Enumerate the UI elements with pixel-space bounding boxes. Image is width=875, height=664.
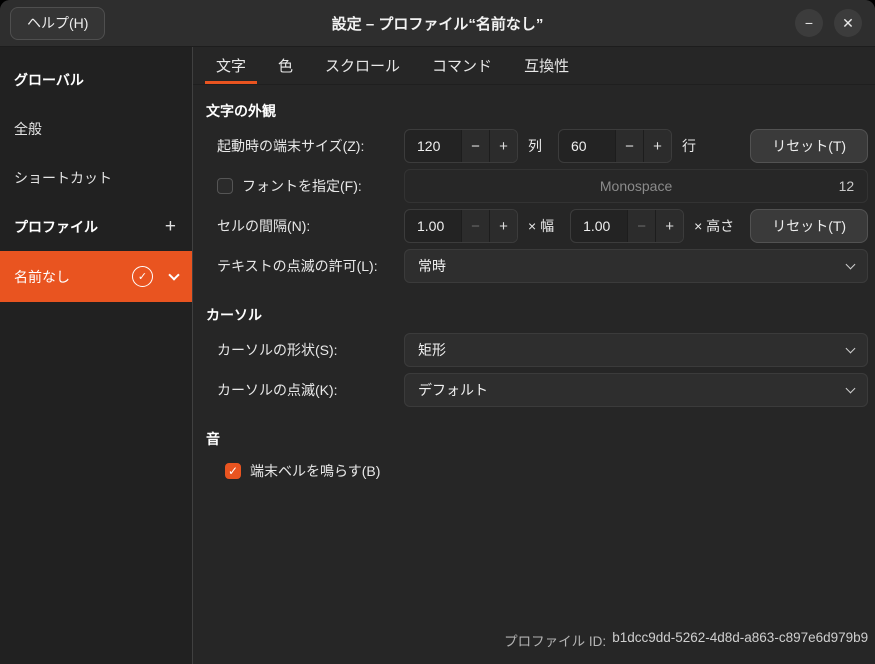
profile-name-label: 名前なし bbox=[14, 267, 70, 287]
section-heading-cursor: カーソル bbox=[206, 305, 875, 325]
window-body: グローバル 全般 ショートカット プロファイル + 名前なし ✓ 文字 色 スク… bbox=[0, 47, 875, 664]
chevron-down-icon bbox=[846, 384, 856, 394]
sidebar-item-shortcuts[interactable]: ショートカット bbox=[0, 153, 192, 202]
custom-font-label-group: フォントを指定(F): bbox=[217, 176, 404, 196]
cursor-shape-dropdown[interactable]: 矩形 bbox=[404, 333, 868, 367]
chevron-down-icon[interactable] bbox=[168, 269, 179, 280]
cursor-blink-row: カーソルの点滅(K): デフォルト bbox=[217, 373, 868, 407]
rows-increment-button[interactable]: + bbox=[643, 130, 671, 162]
preferences-window: ヘルプ(H) 設定 – プロファイル“名前なし” − ✕ グローバル 全般 ショ… bbox=[0, 0, 875, 664]
section-heading-bell: 音 bbox=[206, 429, 875, 449]
cursor-blink-label: カーソルの点滅(K): bbox=[217, 380, 404, 400]
cell-width-unit-label: × 幅 bbox=[528, 216, 554, 236]
cell-height-spinbox[interactable]: 1.00 − + bbox=[570, 209, 684, 243]
cursor-blink-controls: デフォルト bbox=[404, 373, 868, 407]
main-panel: 文字 色 スクロール コマンド 互換性 文字の外観 起動時の端末サイズ(Z): … bbox=[193, 47, 875, 664]
sidebar-heading-global: グローバル bbox=[0, 55, 192, 104]
help-button[interactable]: ヘルプ(H) bbox=[10, 7, 105, 40]
sidebar-heading-profiles: プロファイル + bbox=[0, 202, 192, 251]
close-button[interactable]: ✕ bbox=[834, 9, 862, 37]
cursor-shape-row: カーソルの形状(S): 矩形 bbox=[217, 333, 868, 367]
minimize-icon: − bbox=[805, 9, 813, 37]
cell-width-spinbox[interactable]: 1.00 − + bbox=[404, 209, 518, 243]
window-title: 設定 – プロファイル“名前なし” bbox=[0, 13, 875, 34]
text-blink-dropdown[interactable]: 常時 bbox=[404, 249, 868, 283]
terminal-size-controls: 120 − + 列 60 − + 行 リセット(T) bbox=[404, 129, 868, 163]
profile-id-footer: プロファイル ID: b1dcc9dd-5262-4d8d-a863-c897e… bbox=[504, 630, 868, 650]
rows-decrement-button[interactable]: − bbox=[615, 130, 643, 162]
tab-scrolling[interactable]: スクロール bbox=[314, 47, 411, 84]
columns-spinbox[interactable]: 120 − + bbox=[404, 129, 518, 163]
text-blink-row: テキストの点滅の許可(L): 常時 bbox=[217, 249, 868, 283]
add-profile-button[interactable]: + bbox=[163, 216, 178, 238]
profiles-heading-label: プロファイル bbox=[14, 217, 98, 237]
columns-value[interactable]: 120 bbox=[405, 130, 461, 162]
sidebar-item-profile-unnamed[interactable]: 名前なし ✓ bbox=[0, 251, 192, 302]
cell-spacing-label: セルの間隔(N): bbox=[217, 216, 404, 236]
custom-font-row: フォントを指定(F): Monospace 12 bbox=[217, 169, 868, 203]
terminal-size-row: 起動時の端末サイズ(Z): 120 − + 列 60 − + 行 リセット(T) bbox=[217, 129, 868, 163]
titlebar: ヘルプ(H) 設定 – プロファイル“名前なし” − ✕ bbox=[0, 0, 875, 47]
check-mark: ✓ bbox=[228, 464, 238, 478]
cursor-shape-value: 矩形 bbox=[418, 340, 446, 360]
cell-height-decrement-button[interactable]: − bbox=[627, 210, 655, 242]
cursor-shape-label: カーソルの形状(S): bbox=[217, 340, 404, 360]
cell-height-value[interactable]: 1.00 bbox=[571, 210, 627, 242]
terminal-bell-checkbox[interactable]: ✓ bbox=[225, 463, 241, 479]
text-blink-value: 常時 bbox=[418, 256, 446, 276]
cell-width-value[interactable]: 1.00 bbox=[405, 210, 461, 242]
check-circle-icon: ✓ bbox=[132, 266, 153, 287]
close-icon: ✕ bbox=[842, 9, 854, 37]
rows-spinbox[interactable]: 60 − + bbox=[558, 129, 672, 163]
sidebar-item-general[interactable]: 全般 bbox=[0, 104, 192, 153]
cell-width-decrement-button[interactable]: − bbox=[461, 210, 489, 242]
columns-increment-button[interactable]: + bbox=[489, 130, 517, 162]
cell-spacing-controls: 1.00 − + × 幅 1.00 − + × 高さ リセット(T) bbox=[404, 209, 868, 243]
font-size-label: 12 bbox=[839, 178, 855, 194]
reset-spacing-button[interactable]: リセット(T) bbox=[750, 209, 868, 243]
cursor-blink-value: デフォルト bbox=[418, 380, 488, 400]
cursor-shape-controls: 矩形 bbox=[404, 333, 868, 367]
chevron-down-icon bbox=[846, 344, 856, 354]
rows-value[interactable]: 60 bbox=[559, 130, 615, 162]
cell-height-increment-button[interactable]: + bbox=[655, 210, 683, 242]
chevron-down-icon bbox=[846, 260, 856, 270]
rows-unit-label: 行 bbox=[682, 136, 696, 156]
cursor-blink-dropdown[interactable]: デフォルト bbox=[404, 373, 868, 407]
sidebar: グローバル 全般 ショートカット プロファイル + 名前なし ✓ bbox=[0, 47, 193, 664]
custom-font-checkbox[interactable] bbox=[217, 178, 233, 194]
profile-id-label: プロファイル ID: bbox=[504, 630, 606, 650]
section-heading-text-appearance: 文字の外観 bbox=[206, 101, 875, 121]
font-picker-button[interactable]: Monospace 12 bbox=[404, 169, 868, 203]
font-name-label: Monospace bbox=[600, 178, 672, 194]
text-blink-label: テキストの点滅の許可(L): bbox=[217, 256, 404, 276]
tab-command[interactable]: コマンド bbox=[421, 47, 503, 84]
minimize-button[interactable]: − bbox=[795, 9, 823, 37]
reset-size-button[interactable]: リセット(T) bbox=[750, 129, 868, 163]
columns-decrement-button[interactable]: − bbox=[461, 130, 489, 162]
terminal-size-label: 起動時の端末サイズ(Z): bbox=[217, 136, 404, 156]
tab-colors[interactable]: 色 bbox=[267, 47, 304, 84]
profile-id-value: b1dcc9dd-5262-4d8d-a863-c897e6d979b9 bbox=[612, 630, 868, 650]
tab-compatibility[interactable]: 互換性 bbox=[513, 47, 580, 84]
terminal-bell-row: ✓ 端末ベルを鳴らす(B) bbox=[225, 461, 875, 481]
window-controls: − ✕ bbox=[795, 9, 862, 37]
tab-text[interactable]: 文字 bbox=[205, 47, 257, 84]
tab-bar: 文字 色 スクロール コマンド 互換性 bbox=[193, 47, 875, 85]
columns-unit-label: 列 bbox=[528, 136, 542, 156]
cell-width-increment-button[interactable]: + bbox=[489, 210, 517, 242]
cell-height-unit-label: × 高さ bbox=[694, 216, 734, 236]
cell-spacing-row: セルの間隔(N): 1.00 − + × 幅 1.00 − + × 高さ リセッ… bbox=[217, 209, 868, 243]
terminal-bell-label: 端末ベルを鳴らす(B) bbox=[250, 461, 380, 481]
custom-font-label: フォントを指定(F): bbox=[242, 176, 362, 196]
custom-font-controls: Monospace 12 bbox=[404, 169, 868, 203]
check-mark: ✓ bbox=[138, 270, 147, 283]
text-blink-controls: 常時 bbox=[404, 249, 868, 283]
profile-row-icons: ✓ bbox=[132, 266, 178, 287]
